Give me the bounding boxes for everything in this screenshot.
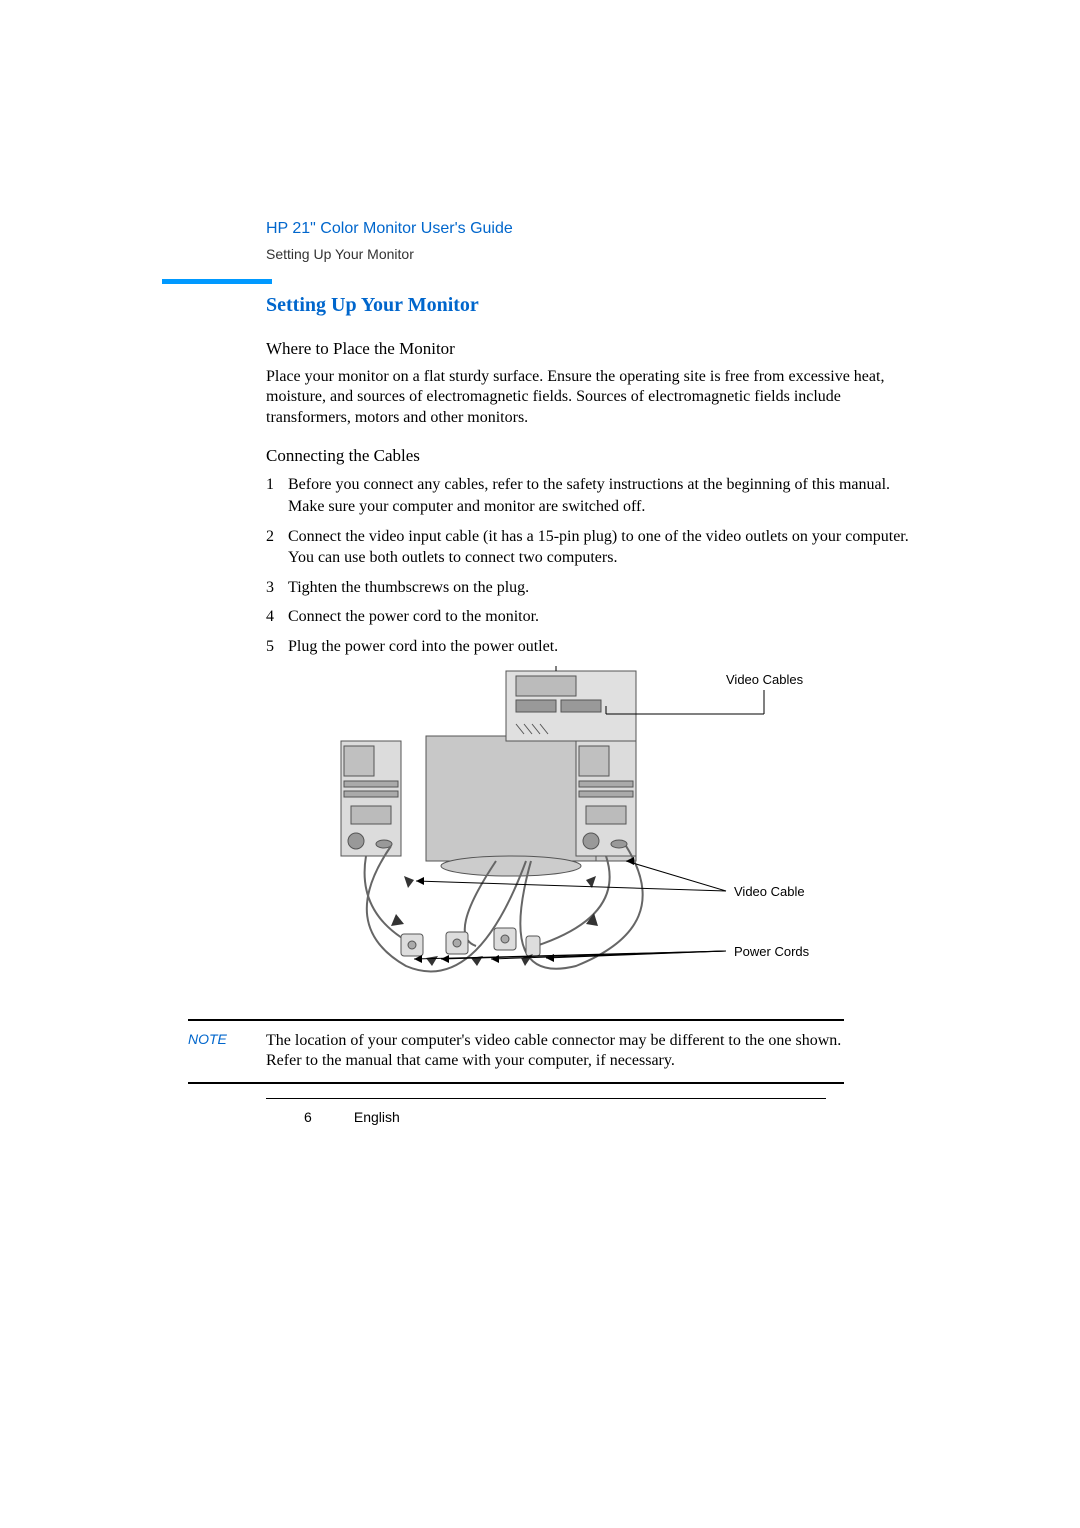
page-language: English	[354, 1109, 400, 1125]
note-block: NOTE The location of your computer's vid…	[188, 1019, 844, 1085]
step-text: Before you connect any cables, refer to …	[288, 474, 910, 517]
step-number: 2	[266, 526, 288, 569]
document-title: HP 21" Color Monitor User's Guide	[266, 220, 910, 238]
figure-label-power-cords: Power Cords	[734, 944, 809, 959]
step-text: Connect the video input cable (it has a …	[288, 526, 910, 569]
page-number: 6	[304, 1109, 350, 1125]
note-label: NOTE	[188, 1031, 266, 1073]
list-item: 3 Tighten the thumbscrews on the plug.	[266, 577, 910, 599]
list-item: 4 Connect the power cord to the monitor.	[266, 606, 910, 628]
note-text: The location of your computer's video ca…	[266, 1031, 844, 1073]
list-item: 2 Connect the video input cable (it has …	[266, 526, 910, 569]
page-breadcrumb: Setting Up Your Monitor	[266, 246, 910, 262]
figure-label-video-cables: Video Cables	[726, 672, 803, 687]
list-item: 1 Before you connect any cables, refer t…	[266, 474, 910, 517]
subsection-where-title: Where to Place the Monitor	[266, 339, 910, 359]
step-text: Connect the power cord to the monitor.	[288, 606, 910, 628]
figure-connections: Video Cables Video Cable Power Cords	[296, 666, 856, 1001]
section-title: Setting Up Your Monitor	[266, 294, 910, 317]
subsection-connect-title: Connecting the Cables	[266, 446, 910, 466]
steps-list: 1 Before you connect any cables, refer t…	[266, 474, 910, 657]
manual-page: HP 21" Color Monitor User's Guide Settin…	[170, 220, 910, 1125]
step-number: 5	[266, 636, 288, 658]
footer-rule	[266, 1098, 826, 1099]
list-item: 5 Plug the power cord into the power out…	[266, 636, 910, 658]
subsection-where-para: Place your monitor on a flat sturdy surf…	[266, 367, 910, 428]
step-text: Plug the power cord into the power outle…	[288, 636, 910, 658]
step-number: 4	[266, 606, 288, 628]
step-text: Tighten the thumbscrews on the plug.	[288, 577, 910, 599]
section-rule-accent	[162, 279, 272, 284]
page-footer: 6 English	[304, 1109, 910, 1125]
step-number: 1	[266, 474, 288, 517]
step-number: 3	[266, 577, 288, 599]
content-area: Setting Up Your Monitor Where to Place t…	[266, 294, 910, 1125]
figure-label-video-cable: Video Cable	[734, 884, 805, 899]
